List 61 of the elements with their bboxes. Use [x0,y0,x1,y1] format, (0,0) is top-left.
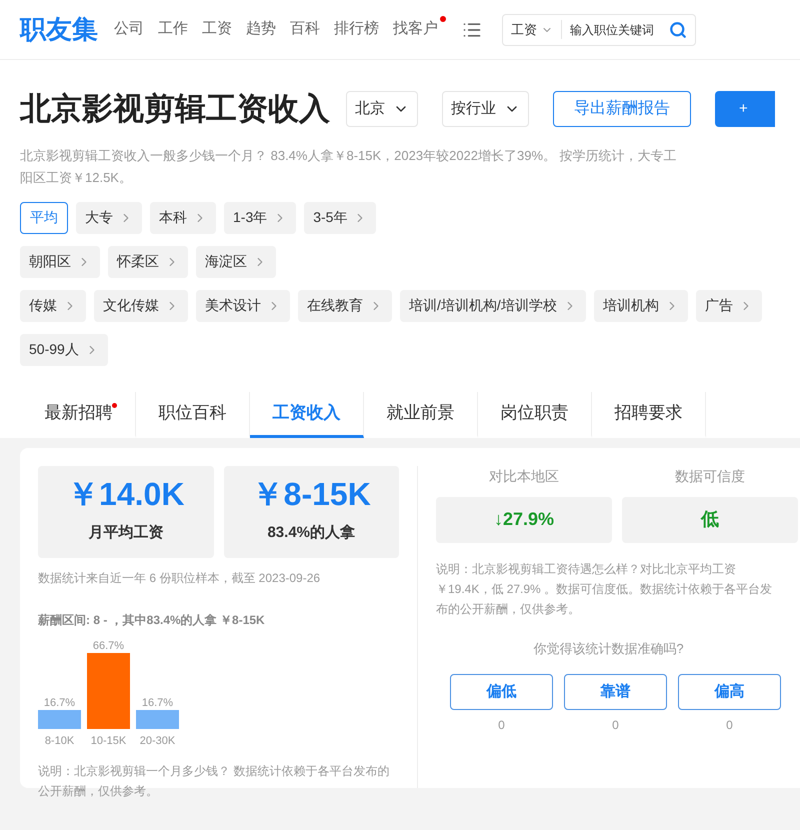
export-button[interactable]: 导出薪酬报告 [553,91,691,128]
stat-label: 月平均工资 [88,523,164,544]
stat-label: 83.4%的人拿 [267,523,356,544]
filter-tag[interactable]: 美术设计 [196,290,290,322]
data-label: 16.7% [44,696,76,708]
filter-tag[interactable]: 培训/培训机构/培训学校 [400,290,586,322]
search-icon[interactable] [669,20,687,38]
sample-note: 数据统计来自近一年 6 份职位样本，截至 2023-09-26 [38,570,322,586]
filter-tag[interactable]: 50-99人 [20,334,108,366]
category-label: 20-30K [140,734,176,746]
nav-link[interactable]: 排行榜 [334,16,379,43]
filter-tag[interactable]: 培训机构 [594,290,688,322]
filter-tag[interactable]: 大专 [76,202,142,234]
filter-dropdown[interactable]: 按行业 [442,91,529,128]
nav-link[interactable]: 百科 [290,16,320,43]
filter-tag[interactable]: 文化传媒 [94,290,188,322]
filter-tag[interactable]: 广告 [696,290,762,322]
filter-dropdown[interactable]: 北京 [346,91,418,128]
description-text: 阳区工资￥12.5K。 [20,168,133,186]
data-label: 16.7% [142,696,174,708]
compare-title: 数据可信度 [675,466,745,486]
category-label: 10-15K [90,734,126,746]
search-bar[interactable]: 工资 输入职位关键词 [502,14,696,46]
feedback-button[interactable]: 偏低 [450,674,553,710]
filter-tag[interactable]: 海淀区 [196,246,276,278]
filter-tag[interactable]: 本科 [150,202,216,234]
filter-tag[interactable]: 3-5年 [304,202,376,234]
feedback-button[interactable]: 偏高 [678,674,781,710]
description-text: 北京影视剪辑工资收入一般多少钱一个月？ 83.4%人拿￥8-15K，2023年较2022增长了39%。 按学历统计，大专工 [20,146,678,164]
compare-value: ↓27.9% [494,508,554,531]
category-label: 8-10K [44,734,74,746]
stat-value: ￥8-15K [252,478,371,510]
vote-count: 0 [612,717,619,734]
page-title: 北京影视剪辑工资收入 [20,90,330,128]
chart-note: 说明：北京影视剪辑一个月多少钱？ 数据统计依赖于各平台发布的公开薪酬，仅供参考。 [38,762,390,800]
chart-bar [38,710,81,728]
nav-link[interactable]: 趋势 [246,16,276,43]
nav-link[interactable]: 工资 [202,16,232,43]
filter-tag[interactable]: 在线教育 [298,290,392,322]
category-dropdown[interactable]: 工资 [511,20,562,40]
add-button[interactable]: + [715,91,775,128]
stat-value: ￥14.0K [67,478,184,510]
filter-tag[interactable]: 朝阳区 [20,246,100,278]
range-title: 薪酬区间: 8 - ，其中83.4%的人拿 ￥8-15K [38,612,266,628]
feedback-button[interactable]: 靠谱 [564,674,667,710]
nav-link[interactable]: 公司 [114,16,144,43]
feedback-question: 你觉得该统计数据准确吗? [532,640,685,658]
nav-link[interactable]: 找客户 [393,16,446,43]
filter-tag[interactable]: 传媒 [20,290,86,322]
filter-tag[interactable]: 平均 [20,202,68,234]
site-logo[interactable]: 职友集 [20,10,98,49]
compare-note: 说明：北京影视剪辑工资待遇怎么样？对比北京平均工资￥19.4K，低 27.9% 。数据可信度低。数据统计依赖于各平台发布的公开薪酬，仅供参考。 [436,560,774,618]
vote-count: 0 [726,717,733,734]
nav-link[interactable]: 工作 [158,16,188,43]
compare-value: 低 [701,508,719,531]
data-label: 66.7% [92,640,124,652]
vote-count: 0 [498,717,505,734]
compare-title: 对比本地区 [489,466,559,486]
filter-tag[interactable]: 1-3年 [224,202,296,234]
filter-tag[interactable]: 怀柔区 [108,246,188,278]
chart-bar [136,710,179,728]
